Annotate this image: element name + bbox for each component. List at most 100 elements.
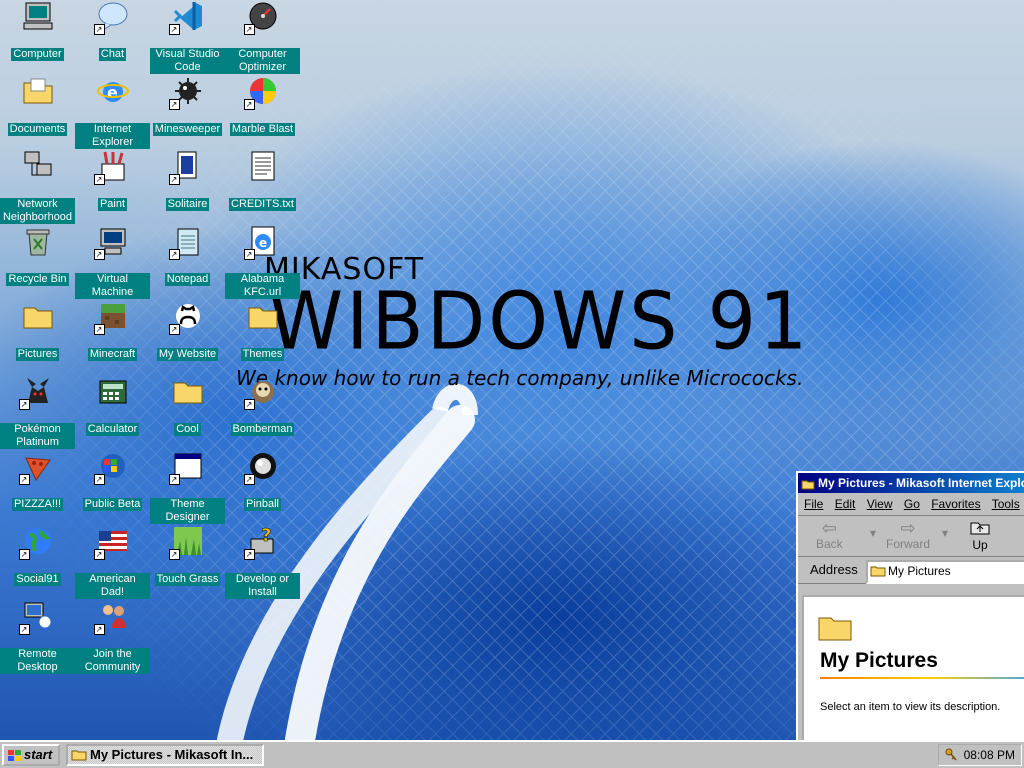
start-button[interactable]: start bbox=[2, 744, 60, 766]
desktop-icon[interactable]: ↗ Minesweeper bbox=[150, 75, 225, 145]
desktop-icon[interactable]: ↗ My Website bbox=[150, 300, 225, 370]
shortcut-arrow-icon: ↗ bbox=[168, 174, 180, 185]
desktop-icon[interactable]: Documents bbox=[0, 75, 75, 145]
desktop-icon[interactable]: ↗ Paint bbox=[75, 150, 150, 220]
menubar: File Edit View Go Favorites Tools bbox=[798, 493, 1024, 516]
window-titlebar[interactable]: My Pictures - Mikasoft Internet Explorer bbox=[798, 473, 1024, 493]
desktop-icon[interactable]: Calculator bbox=[75, 375, 150, 445]
start-label: start bbox=[24, 747, 53, 762]
desktop-icon[interactable]: ? ↗ Develop or Install bbox=[225, 525, 300, 599]
menu-favorites[interactable]: Favorites bbox=[931, 497, 980, 511]
shortcut-arrow-icon: ↗ bbox=[243, 24, 255, 35]
desktop-icon[interactable]: ↗ Public Beta bbox=[75, 450, 150, 520]
shortcut-arrow-icon: ↗ bbox=[243, 99, 255, 110]
desktop-icon[interactable]: ↗ Minecraft bbox=[75, 300, 150, 370]
desktop-icon[interactable]: ↗ Remote Desktop bbox=[0, 600, 75, 674]
desktop-icon-label: Alabama KFC.url bbox=[225, 273, 300, 299]
back-dropdown-icon[interactable]: ▾ bbox=[870, 526, 876, 540]
shortcut-arrow-icon: ↗ bbox=[18, 624, 30, 635]
desktop-icon-label: Bomberman bbox=[230, 423, 295, 436]
menu-go[interactable]: Go bbox=[904, 497, 920, 511]
mine-icon: ↗ bbox=[168, 75, 205, 110]
desktop-icon[interactable]: Cool bbox=[150, 375, 225, 445]
desktop-icon-label: American Dad! bbox=[75, 573, 150, 599]
back-label: Back bbox=[816, 537, 843, 551]
taskbar-item-my-pictures[interactable]: My Pictures - Mikasoft In... bbox=[66, 744, 264, 766]
folder-icon bbox=[870, 564, 886, 582]
desktop-icon[interactable]: ↗ Touch Grass bbox=[150, 525, 225, 595]
window-title: My Pictures - Mikasoft Internet Explorer bbox=[818, 476, 1024, 490]
windows-logo-icon bbox=[7, 749, 23, 768]
desktop-icon[interactable]: ↗ Chat bbox=[75, 0, 150, 70]
menu-view[interactable]: View bbox=[867, 497, 893, 511]
ie-window[interactable]: My Pictures - Mikasoft Internet Explorer… bbox=[796, 471, 1024, 740]
back-button[interactable]: ⇦ Back bbox=[816, 519, 843, 551]
desktop-icon[interactable]: ↗ Marble Blast bbox=[225, 75, 300, 145]
minecraft-icon: ↗ bbox=[93, 300, 130, 335]
desktop-icon[interactable]: ↗ Bomberman bbox=[225, 375, 300, 445]
wallpaper-title: WIBDOWS 91 bbox=[268, 273, 811, 368]
forward-button[interactable]: ⇨ Forward bbox=[886, 519, 930, 551]
desktop-icon[interactable]: ↗ Pinball bbox=[225, 450, 300, 520]
desktop-icon[interactable]: Computer bbox=[0, 0, 75, 70]
address-input[interactable]: My Pictures bbox=[866, 560, 1024, 584]
window-icon: ↗ bbox=[168, 450, 205, 485]
shortcut-arrow-icon: ↗ bbox=[93, 174, 105, 185]
notepad-icon: ↗ bbox=[168, 225, 205, 260]
folder-icon bbox=[246, 300, 280, 334]
desktop-icon[interactable]: e Internet Explorer bbox=[75, 75, 150, 149]
shortcut-arrow-icon: ↗ bbox=[93, 549, 105, 560]
desktop-icon-label: Calculator bbox=[85, 423, 140, 436]
desktop-icon[interactable]: ↗ Join the Community bbox=[75, 600, 150, 674]
desktop-icon-label: Virtual Machine bbox=[75, 273, 150, 299]
desktop-icon[interactable]: ↗ Social91 bbox=[0, 525, 75, 595]
desktop-icon[interactable]: ↗ American Dad! bbox=[75, 525, 150, 599]
desktop-icon[interactable]: Themes bbox=[225, 300, 300, 370]
desktop-icon-label: Solitaire bbox=[165, 198, 210, 211]
cards-icon: ↗ bbox=[168, 150, 205, 185]
address-value: My Pictures bbox=[888, 564, 951, 578]
network-icon bbox=[21, 150, 55, 184]
content-title: My Pictures bbox=[820, 649, 938, 672]
public-beta-icon: ↗ bbox=[93, 450, 130, 485]
desktop-icon[interactable]: e ↗ Alabama KFC.url bbox=[225, 225, 300, 299]
desktop-icon-label: Themes bbox=[240, 348, 285, 361]
desktop-icon[interactable]: ↗ Computer Optimizer bbox=[225, 0, 300, 74]
desktop-icon[interactable]: ↗ Visual Studio Code bbox=[150, 0, 225, 74]
clock[interactable]: 08:08 PM bbox=[964, 748, 1015, 762]
up-label: Up bbox=[972, 538, 988, 552]
desktop-icon[interactable]: ↗ Solitaire bbox=[150, 150, 225, 220]
key-icon[interactable] bbox=[945, 748, 957, 768]
shortcut-arrow-icon: ↗ bbox=[18, 399, 30, 410]
menu-edit[interactable]: Edit bbox=[835, 497, 856, 511]
help-install-icon: ? ↗ bbox=[243, 525, 280, 560]
desktop: MIKASOFT WIBDOWS 91 We know how to run a… bbox=[0, 0, 1024, 740]
desktop-icon[interactable]: Pictures bbox=[0, 300, 75, 370]
us-flag-icon: ↗ bbox=[93, 525, 130, 560]
folder-icon bbox=[171, 375, 205, 409]
desktop-icon-label: Develop or Install bbox=[225, 573, 300, 599]
desktop-icon[interactable]: Recycle Bin bbox=[0, 225, 75, 295]
shortcut-arrow-icon: ↗ bbox=[18, 474, 30, 485]
shortcut-arrow-icon: ↗ bbox=[93, 474, 105, 485]
shortcut-arrow-icon: ↗ bbox=[243, 474, 255, 485]
up-folder-icon bbox=[970, 519, 990, 538]
folder-icon bbox=[801, 476, 815, 493]
desktop-icon[interactable]: ↗ Virtual Machine bbox=[75, 225, 150, 299]
svg-text:e: e bbox=[259, 236, 267, 250]
address-label: Address bbox=[810, 562, 858, 577]
desktop-icon[interactable]: CREDITS.txt bbox=[225, 150, 300, 220]
desktop-icon[interactable]: ↗ Pokémon Platinum bbox=[0, 375, 75, 449]
up-button[interactable]: Up bbox=[970, 519, 990, 552]
menu-file[interactable]: File bbox=[804, 497, 823, 511]
menu-tools[interactable]: Tools bbox=[992, 497, 1020, 511]
remote-desktop-icon: ↗ bbox=[18, 600, 55, 635]
forward-dropdown-icon[interactable]: ▾ bbox=[942, 526, 948, 540]
content-pane[interactable]: My Pictures Select an item to view its d… bbox=[802, 595, 1024, 740]
desktop-icon[interactable]: Network Neighborhood bbox=[0, 150, 75, 224]
desktop-icon[interactable]: ↗ Theme Designer bbox=[150, 450, 225, 524]
desktop-icon[interactable]: ↗ Notepad bbox=[150, 225, 225, 295]
desktop-icon[interactable]: ↗ PIZZZA!!! bbox=[0, 450, 75, 520]
desktop-icon-label: Computer bbox=[11, 48, 64, 61]
desktop-icon-label: CREDITS.txt bbox=[229, 198, 296, 211]
